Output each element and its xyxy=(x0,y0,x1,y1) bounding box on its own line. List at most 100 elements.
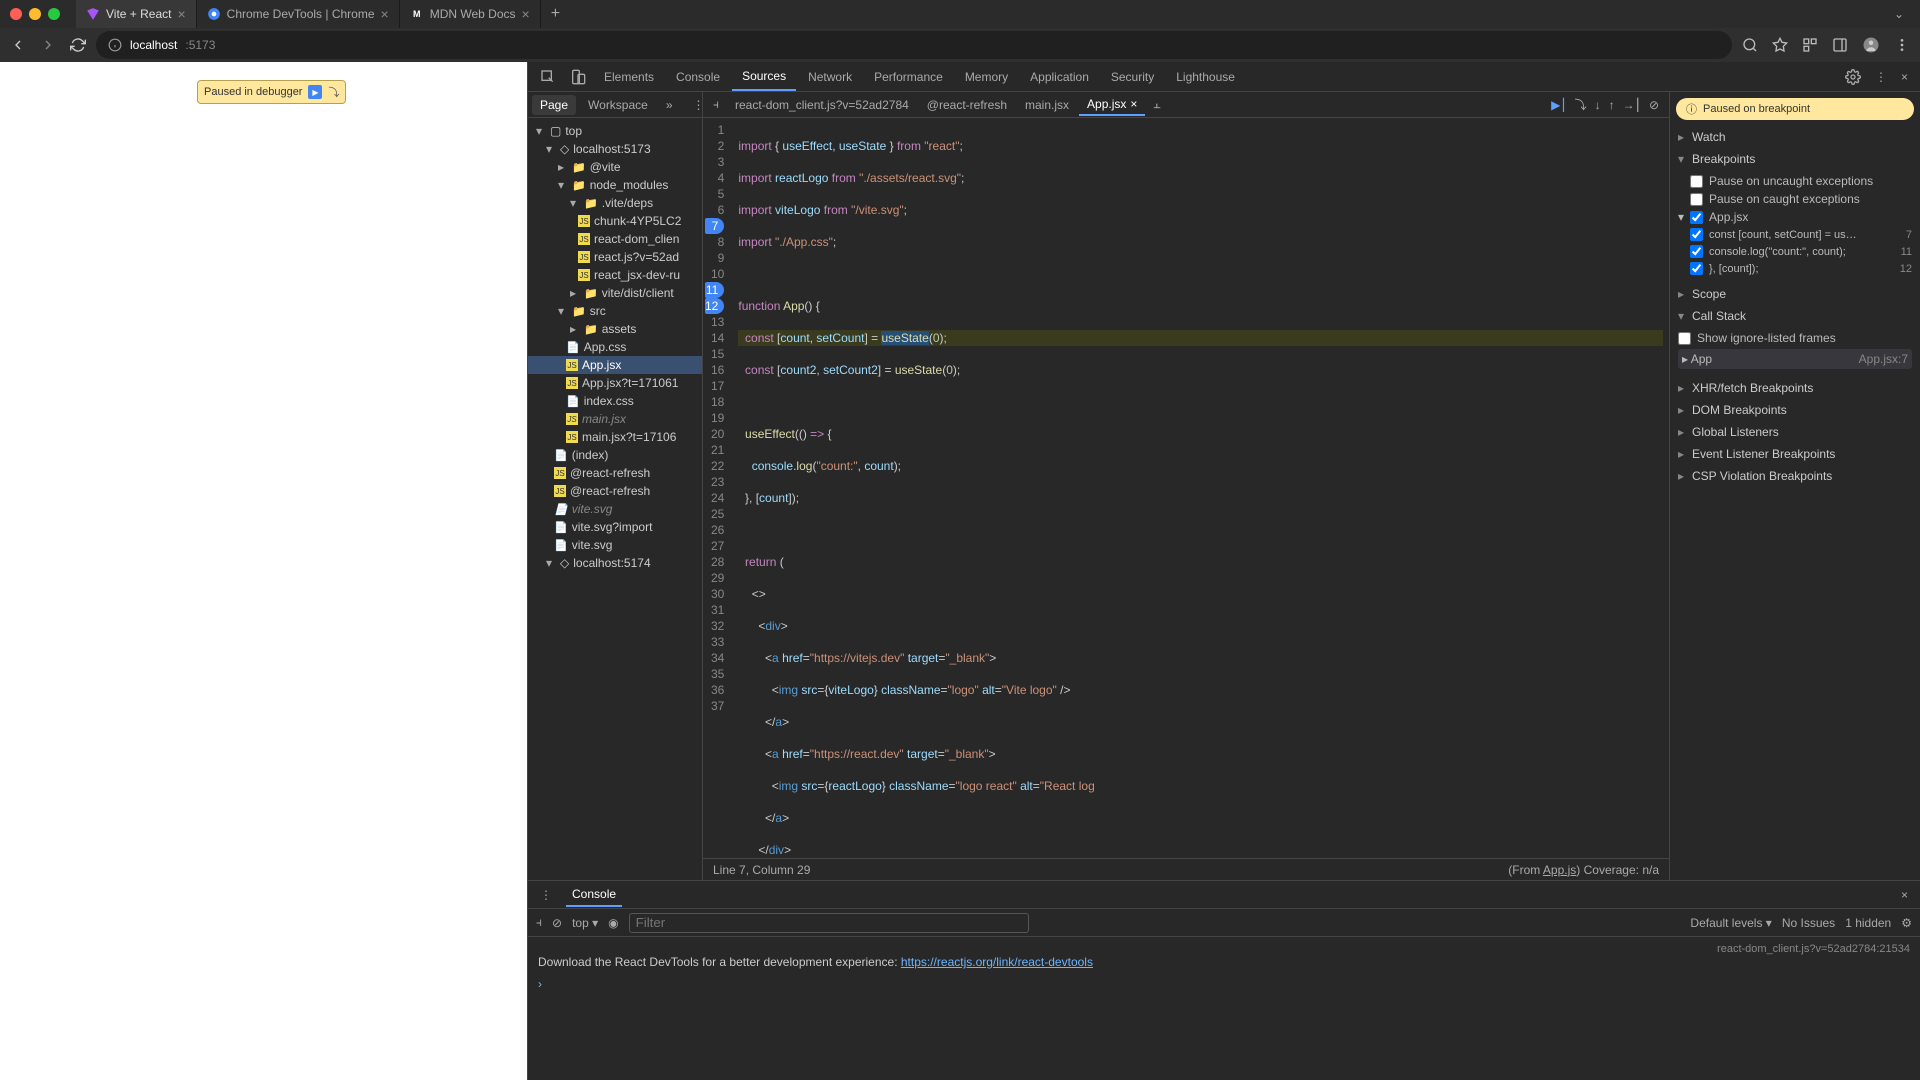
breakpoint-item[interactable]: console.log("count:", count);11 xyxy=(1690,243,1912,260)
hidden-messages[interactable]: 1 hidden xyxy=(1845,916,1891,930)
tree-file[interactable]: index.css xyxy=(528,392,702,410)
stack-frame[interactable]: ▸ AppApp.jsx:7 xyxy=(1678,349,1912,369)
issues-indicator[interactable]: No Issues xyxy=(1782,916,1835,930)
log-levels-selector[interactable]: Default levels ▾ xyxy=(1690,916,1771,930)
tree-folder[interactable]: ▸assets xyxy=(528,320,702,338)
breakpoint-item[interactable]: const [count, setCount] = us…7 xyxy=(1690,226,1912,243)
minimize-window-icon[interactable] xyxy=(29,8,41,20)
tree-origin[interactable]: ▾◇localhost:5173 xyxy=(528,140,702,158)
tree-folder[interactable]: ▾node_modules xyxy=(528,176,702,194)
csp-breakpoints-header[interactable]: ▸CSP Violation Breakpoints xyxy=(1670,465,1920,487)
tree-file[interactable]: JSmain.jsx?t=17106 xyxy=(528,428,702,446)
inspect-element-icon[interactable] xyxy=(534,69,562,85)
browser-tab[interactable]: Chrome DevTools | Chrome × xyxy=(197,0,400,28)
zoom-icon[interactable] xyxy=(1742,36,1758,54)
line-gutter[interactable]: 123456 78910 1112131415 1617181920 21222… xyxy=(703,118,732,858)
pause-uncaught-checkbox[interactable]: Pause on uncaught exceptions xyxy=(1690,172,1912,190)
panel-tab-console[interactable]: Console xyxy=(666,64,730,90)
deactivate-breakpoints-button[interactable]: ⊘ xyxy=(1649,96,1659,113)
scope-pane-header[interactable]: ▸Scope xyxy=(1670,283,1920,305)
editor-tab[interactable]: App.jsx× xyxy=(1079,94,1145,116)
address-bar[interactable]: localhost:5173 xyxy=(96,31,1732,59)
tree-file[interactable]: JSmain.jsx xyxy=(528,410,702,428)
tree-folder[interactable]: ▸@vite xyxy=(528,158,702,176)
extensions-icon[interactable] xyxy=(1802,36,1818,54)
more-tabs-icon[interactable]: » xyxy=(660,98,679,112)
tree-file[interactable]: JSreact_jsx-dev-ru xyxy=(528,266,702,284)
panel-tab-network[interactable]: Network xyxy=(798,64,862,90)
close-tab-icon[interactable]: × xyxy=(522,6,530,22)
reload-button[interactable] xyxy=(70,37,86,53)
maximize-window-icon[interactable] xyxy=(48,8,60,20)
tree-file[interactable]: vite.svg?import xyxy=(528,518,702,536)
close-tab-icon[interactable]: × xyxy=(1130,97,1137,111)
panel-tab-elements[interactable]: Elements xyxy=(594,64,664,90)
callstack-pane-header[interactable]: ▾Call Stack xyxy=(1670,305,1920,327)
dom-breakpoints-header[interactable]: ▸DOM Breakpoints xyxy=(1670,399,1920,421)
close-tab-icon[interactable]: × xyxy=(381,6,389,22)
site-info-icon[interactable] xyxy=(108,38,122,52)
tree-file[interactable]: JSreact-dom_clien xyxy=(528,230,702,248)
tree-folder[interactable]: ▾.vite/deps xyxy=(528,194,702,212)
close-window-icon[interactable] xyxy=(10,8,22,20)
forward-button[interactable] xyxy=(40,37,56,53)
panel-tab-lighthouse[interactable]: Lighthouse xyxy=(1166,64,1245,90)
live-expression-icon[interactable]: ◉ xyxy=(608,916,618,930)
clear-console-icon[interactable]: ⊘ xyxy=(552,916,562,930)
tree-file[interactable]: JSchunk-4YP5LC2 xyxy=(528,212,702,230)
tree-file[interactable]: JS@react-refresh xyxy=(528,482,702,500)
console-filter-input[interactable] xyxy=(629,913,1029,933)
resume-button[interactable]: ▶⎮ xyxy=(1551,96,1566,113)
panel-tab-memory[interactable]: Memory xyxy=(955,64,1018,90)
code-editor[interactable]: 123456 78910 1112131415 1617181920 21222… xyxy=(703,118,1669,858)
tree-folder[interactable]: ▾src xyxy=(528,302,702,320)
console-link[interactable]: https://reactjs.org/link/react-devtools xyxy=(901,955,1093,969)
message-location[interactable]: react-dom_client.js?v=52ad2784:21534 xyxy=(538,943,1910,955)
tree-folder[interactable]: ▸vite/dist/client xyxy=(528,284,702,302)
browser-tab[interactable]: Vite + React × xyxy=(76,0,197,28)
new-tab-button[interactable]: + xyxy=(541,5,570,23)
bookmark-icon[interactable] xyxy=(1772,36,1788,54)
code-content[interactable]: import { useEffect, useState } from "rea… xyxy=(732,118,1669,858)
console-sidebar-toggle-icon[interactable]: ⫞ xyxy=(536,915,542,930)
step-over-button[interactable]: ⤵ xyxy=(1575,96,1587,113)
tree-root[interactable]: ▾▢top xyxy=(528,122,702,140)
editor-tab[interactable]: main.jsx xyxy=(1017,95,1077,115)
event-listener-breakpoints-header[interactable]: ▸Event Listener Breakpoints xyxy=(1670,443,1920,465)
back-button[interactable] xyxy=(10,37,26,53)
device-toolbar-icon[interactable] xyxy=(564,69,592,85)
navigator-tab-workspace[interactable]: Workspace xyxy=(580,95,656,115)
editor-tab[interactable]: @react-refresh xyxy=(919,95,1015,115)
panel-tab-performance[interactable]: Performance xyxy=(864,64,953,90)
console-settings-icon[interactable]: ⚙ xyxy=(1901,916,1912,930)
file-tree[interactable]: ▾▢top ▾◇localhost:5173 ▸@vite ▾node_modu… xyxy=(528,118,702,880)
editor-tab[interactable]: react-dom_client.js?v=52ad2784 xyxy=(727,95,917,115)
toggle-navigator-icon[interactable]: ⫞ xyxy=(707,97,725,112)
console-context-selector[interactable]: top ▾ xyxy=(572,916,598,930)
global-listeners-header[interactable]: ▸Global Listeners xyxy=(1670,421,1920,443)
tree-file[interactable]: vite.svg xyxy=(528,500,702,518)
browser-tab[interactable]: M MDN Web Docs × xyxy=(400,0,541,28)
tree-file[interactable]: vite.svg xyxy=(528,536,702,554)
tree-file[interactable]: JSreact.js?v=52ad xyxy=(528,248,702,266)
watch-pane-header[interactable]: ▸Watch xyxy=(1670,126,1920,148)
profile-icon[interactable] xyxy=(1862,36,1880,54)
breakpoints-pane-header[interactable]: ▾Breakpoints xyxy=(1670,148,1920,170)
breakpoint-file-toggle[interactable]: ▾App.jsx xyxy=(1678,208,1912,226)
chevron-down-icon[interactable]: ⌄ xyxy=(1888,7,1910,21)
menu-icon[interactable] xyxy=(1894,36,1910,54)
panel-tab-sources[interactable]: Sources xyxy=(732,63,796,91)
more-icon[interactable]: ⋮ xyxy=(1869,70,1893,84)
side-panel-icon[interactable] xyxy=(1832,36,1848,54)
close-devtools-icon[interactable]: × xyxy=(1895,70,1914,84)
step-button[interactable]: →⎮ xyxy=(1623,96,1641,113)
navigator-tab-page[interactable]: Page xyxy=(532,95,576,115)
tree-origin[interactable]: ▾◇localhost:5174 xyxy=(528,554,702,572)
toggle-debugger-icon[interactable]: ⫠ xyxy=(1147,97,1166,112)
drawer-menu-icon[interactable]: ⋮ xyxy=(534,888,558,902)
tree-file[interactable]: App.css xyxy=(528,338,702,356)
console-output[interactable]: react-dom_client.js?v=52ad2784:21534 Dow… xyxy=(528,937,1920,1080)
tree-file[interactable]: (index) xyxy=(528,446,702,464)
close-tab-icon[interactable]: × xyxy=(177,6,185,22)
tree-file[interactable]: JS@react-refresh xyxy=(528,464,702,482)
